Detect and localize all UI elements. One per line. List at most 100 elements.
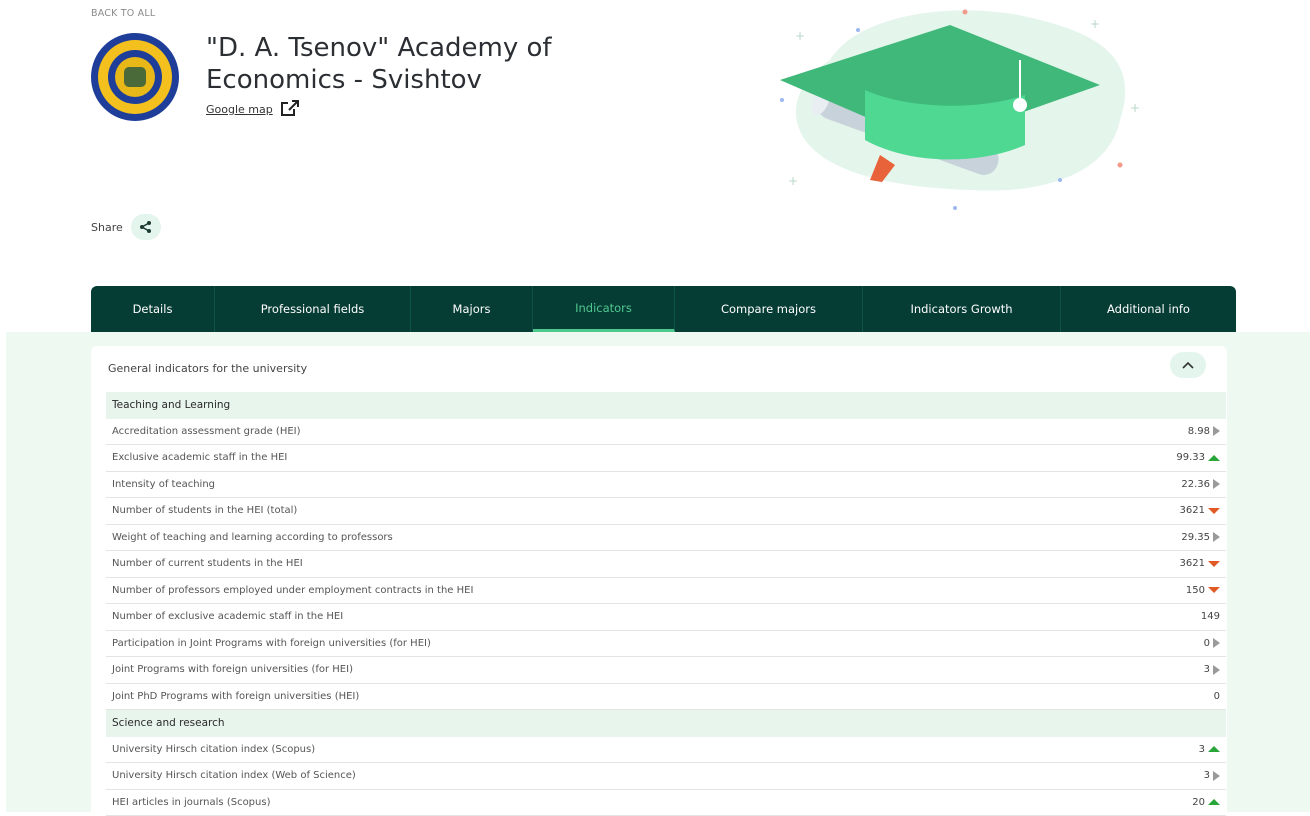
chevron-up-icon <box>1182 361 1194 369</box>
indicator-value-cell: 29.35 <box>1181 532 1220 543</box>
tab-additional-info[interactable]: Additional info <box>1061 286 1236 332</box>
title-line-1: "D. A. Tsenov" Academy of <box>206 32 552 64</box>
indicator-value-cell: 150 <box>1186 585 1220 596</box>
indicator-label: Participation in Joint Programs with for… <box>112 638 431 649</box>
indicator-label: Number of current students in the HEI <box>112 558 303 569</box>
svg-text:+: + <box>788 174 798 188</box>
indicator-value-cell: 20 <box>1192 797 1220 808</box>
back-to-all-link[interactable]: BACK TO ALL <box>91 8 155 19</box>
indicator-value-cell: 3 <box>1199 744 1220 755</box>
indicator-label: Exclusive academic staff in the HEI <box>112 452 287 463</box>
indicator-row: Number of current students in the HEI 362… <box>106 551 1226 578</box>
indicator-value: 3 <box>1204 770 1210 781</box>
collapse-button[interactable] <box>1170 352 1206 378</box>
indicator-row: Accreditation assessment grade (HEI) 8.98 <box>106 419 1226 446</box>
tab-indicators-growth[interactable]: Indicators Growth <box>863 286 1061 332</box>
indicators-table: Teaching and Learning Accreditation asses… <box>106 392 1226 816</box>
indicator-label: Number of exclusive academic staff in th… <box>112 611 343 622</box>
indicator-value: 29.35 <box>1181 532 1210 543</box>
tab-compare-majors[interactable]: Compare majors <box>675 286 863 332</box>
indicator-value: 3 <box>1204 664 1210 675</box>
indicator-row: Number of professors employed under empl… <box>106 578 1226 605</box>
indicator-value: 0 <box>1214 691 1220 702</box>
indicator-label: Number of students in the HEI (total) <box>112 505 297 516</box>
indicator-value: 3621 <box>1180 558 1205 569</box>
tab-bar: Details Professional fields Majors Indic… <box>91 286 1236 332</box>
external-link-icon <box>279 100 301 118</box>
indicator-row: Number of students in the HEI (total) 362… <box>106 498 1226 525</box>
indicator-value: 8.98 <box>1188 426 1210 437</box>
svg-text:+: + <box>1130 101 1140 115</box>
indicator-row: Intensity of teaching 22.36 <box>106 472 1226 499</box>
indicator-value: 0 <box>1204 638 1210 649</box>
indicator-label: University Hirsch citation index (Scopus… <box>112 744 315 755</box>
indicator-row: HEI articles in journals (Scopus) 20 <box>106 790 1226 816</box>
indicator-value-cell: 3 <box>1204 664 1220 675</box>
trend-neutral-icon <box>1213 532 1220 542</box>
indicator-row: Number of exclusive academic staff in th… <box>106 604 1226 631</box>
indicator-value: 99.33 <box>1176 452 1205 463</box>
indicator-row: Participation in Joint Programs with for… <box>106 631 1226 658</box>
trend-down-icon <box>1208 587 1220 593</box>
indicator-label: HEI articles in journals (Scopus) <box>112 797 270 808</box>
trend-neutral-icon <box>1213 665 1220 675</box>
section-header: Science and research <box>106 710 1226 737</box>
indicator-value: 20 <box>1192 797 1205 808</box>
indicator-value: 3 <box>1199 744 1205 755</box>
share-button[interactable] <box>131 214 161 240</box>
indicators-panel: General indicators for the university Te… <box>6 332 1310 812</box>
tab-majors[interactable]: Majors <box>411 286 533 332</box>
tab-indicators[interactable]: Indicators <box>533 286 675 332</box>
indicator-label: Number of professors employed under empl… <box>112 585 473 596</box>
graduation-cap-illustration: + + + + <box>770 0 1170 220</box>
trend-up-icon <box>1208 455 1220 461</box>
page-title: "D. A. Tsenov" Academy of Economics - Sv… <box>206 32 552 96</box>
university-logo <box>91 33 179 121</box>
indicator-row: University Hirsch citation index (Scopus… <box>106 737 1226 764</box>
tab-professional-fields[interactable]: Professional fields <box>215 286 411 332</box>
trend-neutral-icon <box>1213 479 1220 489</box>
indicator-label: Joint PhD Programs with foreign universi… <box>112 691 359 702</box>
section-label: Science and research <box>112 717 225 729</box>
indicator-value-cell: 3621 <box>1180 505 1220 516</box>
general-indicators-card: General indicators for the university Te… <box>91 346 1227 816</box>
title-line-2: Economics - Svishtov <box>206 64 552 96</box>
google-map-link[interactable]: Google map <box>206 100 301 118</box>
indicator-label: Joint Programs with foreign universities… <box>112 664 353 675</box>
google-map-label: Google map <box>206 103 273 116</box>
indicator-row: Exclusive academic staff in the HEI 99.33 <box>106 445 1226 472</box>
indicator-row: Joint PhD Programs with foreign universi… <box>106 684 1226 711</box>
trend-up-icon <box>1208 799 1220 805</box>
indicator-row: Joint Programs with foreign universities… <box>106 657 1226 684</box>
indicator-value: 3621 <box>1180 505 1205 516</box>
card-heading: General indicators for the university <box>108 362 307 375</box>
share-section: Share <box>91 214 161 240</box>
indicator-row: Weight of teaching and learning accordin… <box>106 525 1226 552</box>
indicator-value-cell: 22.36 <box>1181 479 1220 490</box>
share-icon <box>139 220 153 234</box>
indicator-label: Accreditation assessment grade (HEI) <box>112 426 301 437</box>
svg-text:+: + <box>1090 17 1100 31</box>
trend-down-icon <box>1208 561 1220 567</box>
indicator-value-cell: 3621 <box>1180 558 1220 569</box>
section-label: Teaching and Learning <box>112 399 230 411</box>
indicator-value: 150 <box>1186 585 1205 596</box>
trend-neutral-icon <box>1213 426 1220 436</box>
trend-neutral-icon <box>1213 638 1220 648</box>
trend-up-icon <box>1208 746 1220 752</box>
indicator-value-cell: 3 <box>1204 770 1220 781</box>
indicator-row: University Hirsch citation index (Web of… <box>106 763 1226 790</box>
trend-down-icon <box>1208 508 1220 514</box>
indicator-value-cell: 99.33 <box>1176 452 1220 463</box>
indicator-value-cell: 8.98 <box>1188 426 1220 437</box>
indicator-value: 22.36 <box>1181 479 1210 490</box>
indicator-value-cell: 149 <box>1201 611 1220 622</box>
indicator-value-cell: 0 <box>1214 691 1220 702</box>
indicator-label: Weight of teaching and learning accordin… <box>112 532 393 543</box>
tab-details[interactable]: Details <box>91 286 215 332</box>
section-header: Teaching and Learning <box>106 392 1226 419</box>
indicator-label: Intensity of teaching <box>112 479 215 490</box>
share-label: Share <box>91 221 123 234</box>
indicator-value-cell: 0 <box>1204 638 1220 649</box>
indicator-label: University Hirsch citation index (Web of… <box>112 770 356 781</box>
